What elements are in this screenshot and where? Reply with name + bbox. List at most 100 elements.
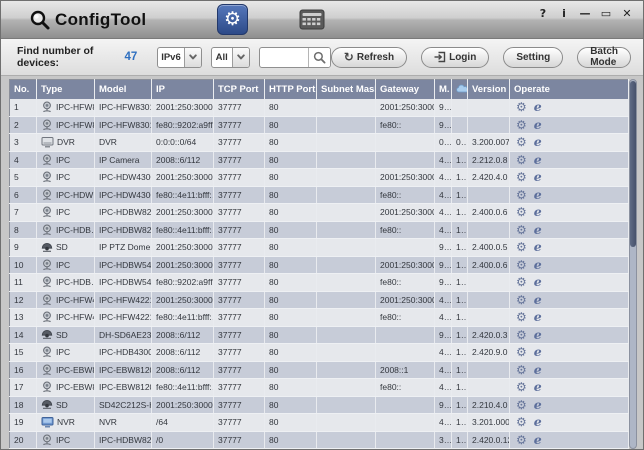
vertical-scrollbar[interactable]	[629, 79, 637, 449]
device-row[interactable]: 4IPCIP Camera2008::6/11237777804…1…2.212…	[10, 151, 629, 169]
cell-gateway: fe80::	[376, 274, 435, 292]
refresh-button[interactable]: ↻Refresh	[331, 47, 407, 68]
operate-gear-icon[interactable]: ⚙	[516, 329, 527, 341]
operate-browser-e-icon[interactable]: e	[534, 311, 542, 324]
operate-gear-icon[interactable]: ⚙	[516, 224, 527, 236]
device-row[interactable]: 13IPC-HFW4…IPC-HFW4221Efe80::4e11:bfff:……	[10, 309, 629, 327]
cell-tcp-port: 37777	[214, 431, 265, 449]
operate-gear-icon[interactable]: ⚙	[516, 294, 527, 306]
cell-gateway	[376, 396, 435, 414]
operate-browser-e-icon[interactable]: e	[534, 101, 542, 114]
column-header-http-port[interactable]: HTTP Port	[265, 80, 317, 99]
column-header-no[interactable]: No.	[10, 80, 37, 99]
column-header-tcp-port[interactable]: TCP Port	[214, 80, 265, 99]
operate-gear-icon[interactable]: ⚙	[516, 346, 527, 358]
device-row[interactable]: 11IPC-HDB…IPC-HDBW542…fe80::9202:a9ff…37…	[10, 274, 629, 292]
device-row[interactable]: 12IPC-HFW4…IPC-HFW4221E2001:250:3000:…37…	[10, 291, 629, 309]
minimize-button[interactable]: —	[579, 7, 591, 20]
device-row[interactable]: 5IPCIPC-HDW4300C2001:250:3000:…377778020…	[10, 169, 629, 187]
operate-gear-icon[interactable]: ⚙	[516, 259, 527, 271]
close-button[interactable]: ✕	[621, 7, 633, 20]
operate-gear-icon[interactable]: ⚙	[516, 241, 527, 253]
operate-browser-e-icon[interactable]: e	[534, 399, 542, 412]
cell-http-port: 80	[265, 221, 317, 239]
operate-gear-icon[interactable]: ⚙	[516, 171, 527, 183]
operate-browser-e-icon[interactable]: e	[534, 189, 542, 202]
device-row[interactable]: 2IPC-HFW8…IPC-HFW8301Efe80::9202:a9ff…37…	[10, 116, 629, 134]
operate-gear-icon[interactable]: ⚙	[516, 119, 527, 131]
column-header-sn[interactable]	[452, 80, 468, 99]
column-header-ip[interactable]: IP	[152, 80, 214, 99]
button-label: Login	[449, 52, 476, 63]
operate-browser-e-icon[interactable]: e	[534, 434, 542, 447]
help-button[interactable]: ?	[537, 7, 549, 20]
cell-no: 8	[10, 221, 37, 239]
operate-browser-e-icon[interactable]: e	[534, 259, 542, 272]
device-row[interactable]: 20IPCIPC-HDBW823…/037777803…1…2.420.0.12…	[10, 431, 629, 449]
operate-gear-icon[interactable]: ⚙	[516, 276, 527, 288]
device-row[interactable]: 17IPC-EBW8…IPC-EBW81200fe80::4e11:bfff:……	[10, 379, 629, 397]
operate-browser-e-icon[interactable]: e	[534, 154, 542, 167]
operate-browser-e-icon[interactable]: e	[534, 276, 542, 289]
operate-browser-e-icon[interactable]: e	[534, 206, 542, 219]
column-header-operate[interactable]: Operate	[510, 80, 629, 99]
device-row[interactable]: 1IPC-HFW8…IPC-HFW8301E2001:250:3000:…377…	[10, 99, 629, 117]
column-header-gateway[interactable]: Gateway	[376, 80, 435, 99]
device-row[interactable]: 10IPCIPC-HDBW542…2001:250:3000:…37777802…	[10, 256, 629, 274]
operate-gear-icon[interactable]: ⚙	[516, 416, 527, 428]
filter-select[interactable]: All	[211, 47, 250, 68]
device-row[interactable]: 7IPCIPC-HDBW828…2001:250:3000:…377778020…	[10, 204, 629, 222]
tab-device-config[interactable]: ⚙	[217, 4, 248, 35]
column-header-version[interactable]: Version	[468, 80, 510, 99]
device-row[interactable]: 8IPC-HDB…IPC-HDBW828…fe80::4e11:bfff:…37…	[10, 221, 629, 239]
column-header-m[interactable]: M.	[435, 80, 452, 99]
device-row[interactable]: 19NVRNVR/6437777804…1…3.201.000…⚙e	[10, 414, 629, 432]
operate-gear-icon[interactable]: ⚙	[516, 101, 527, 113]
device-row[interactable]: 3DVRDVR0:0:0::0/6437777800…0…3.200.007.0…	[10, 134, 629, 152]
operate-gear-icon[interactable]: ⚙	[516, 206, 527, 218]
login-button[interactable]: Login	[421, 47, 489, 68]
operate-browser-e-icon[interactable]: e	[534, 136, 542, 149]
operate-browser-e-icon[interactable]: e	[534, 364, 542, 377]
setting-button[interactable]: Setting	[503, 47, 563, 68]
maximize-button[interactable]: ▭	[600, 7, 612, 20]
search-input[interactable]	[260, 48, 308, 67]
column-header-model[interactable]: Model	[95, 80, 152, 99]
column-header-type[interactable]: Type	[37, 80, 95, 99]
operate-gear-icon[interactable]: ⚙	[516, 399, 527, 411]
tab-batch-upgrade[interactable]	[296, 4, 327, 35]
operate-browser-e-icon[interactable]: e	[534, 416, 542, 429]
device-row[interactable]: 15IPCIPC-HDB4300C…2008::6/11237777804…1……	[10, 344, 629, 362]
device-row[interactable]: 9SDIP PTZ Dome2001:250:3000:…37777809…1……	[10, 239, 629, 257]
operate-browser-e-icon[interactable]: e	[534, 171, 542, 184]
cell-http-port: 80	[265, 134, 317, 152]
operate-browser-e-icon[interactable]: e	[534, 119, 542, 132]
scrollbar-thumb[interactable]	[630, 81, 636, 247]
device-row[interactable]: 6IPC-HDW…IPC-HDW4300Cfe80::4e11:bfff:…37…	[10, 186, 629, 204]
operate-browser-e-icon[interactable]: e	[534, 346, 542, 359]
cell-mac: 9…	[435, 256, 452, 274]
operate-gear-icon[interactable]: ⚙	[516, 311, 527, 323]
operate-browser-e-icon[interactable]: e	[534, 381, 542, 394]
cell-operate: ⚙e	[510, 169, 629, 187]
operate-gear-icon[interactable]: ⚙	[516, 136, 527, 148]
cell-no: 4	[10, 151, 37, 169]
operate-browser-e-icon[interactable]: e	[534, 329, 542, 342]
ip-version-select[interactable]: IPv6	[157, 47, 201, 68]
operate-browser-e-icon[interactable]: e	[534, 224, 542, 237]
operate-gear-icon[interactable]: ⚙	[516, 381, 527, 393]
operate-gear-icon[interactable]: ⚙	[516, 434, 527, 446]
operate-gear-icon[interactable]: ⚙	[516, 364, 527, 376]
device-row[interactable]: 14SDDH-SD6AE230…2008::6/11237777809…1…2.…	[10, 326, 629, 344]
operate-browser-e-icon[interactable]: e	[534, 241, 542, 254]
batch-mode-button[interactable]: Batch Mode	[577, 47, 631, 68]
cell-operate: ⚙e	[510, 151, 629, 169]
info-button[interactable]: i	[558, 7, 570, 20]
search-button[interactable]	[308, 48, 330, 67]
device-row[interactable]: 18SDSD42C212S-HN2001:250:3000:…37777809……	[10, 396, 629, 414]
operate-browser-e-icon[interactable]: e	[534, 294, 542, 307]
operate-gear-icon[interactable]: ⚙	[516, 189, 527, 201]
operate-gear-icon[interactable]: ⚙	[516, 154, 527, 166]
column-header-subnet-mask[interactable]: Subnet Mask	[317, 80, 376, 99]
device-row[interactable]: 16IPC-EBW8…IPC-EBW812002008::6/112377778…	[10, 361, 629, 379]
